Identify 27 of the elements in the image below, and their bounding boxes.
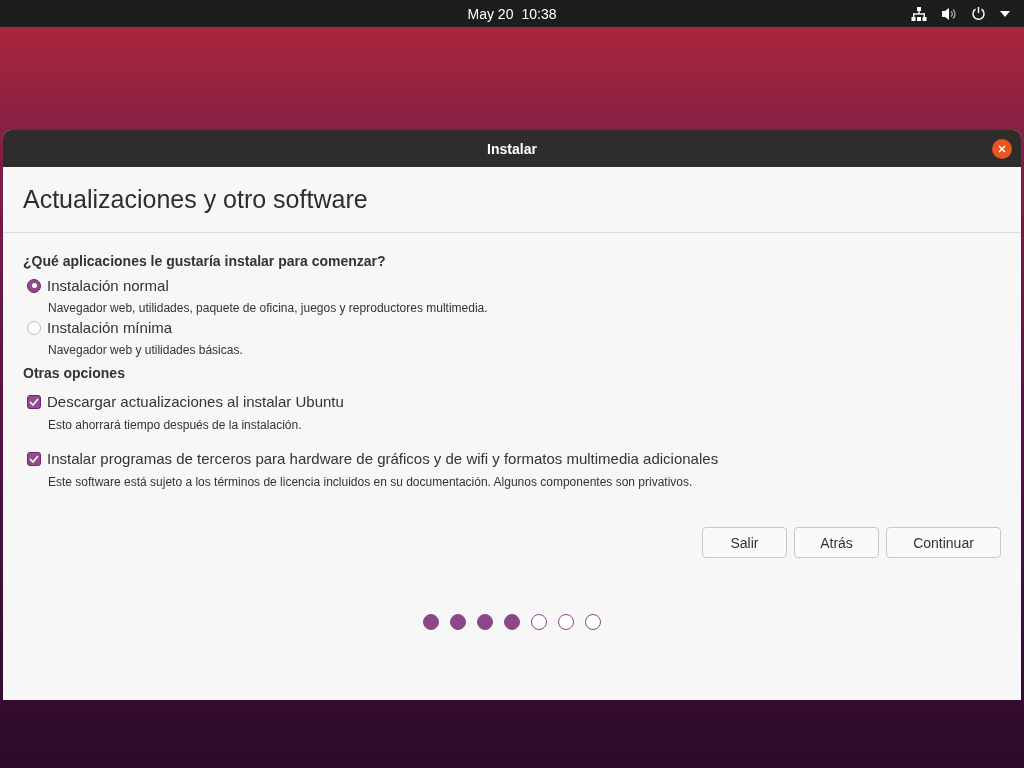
caret-icon[interactable] [1000,10,1010,17]
radio-button[interactable] [27,320,41,335]
checkbox[interactable] [27,394,41,409]
dialog-button[interactable]: Continuar [886,527,1001,558]
option-description: Navegador web y utilidades básicas. [48,343,244,357]
date[interactable]: May 20 [467,5,514,22]
dialog-button[interactable]: Atrás [794,527,879,558]
checkbox-label[interactable]: Descargar actualizaciones al instalar Ubuntu [47,393,344,410]
close-button[interactable] [992,139,1012,159]
power-icon[interactable] [971,6,986,21]
volume-icon[interactable] [941,6,957,21]
close-icon [998,145,1006,153]
window-title: Instalar [487,140,537,157]
radio-button[interactable] [27,278,41,293]
option-description: Este software está sujeto a los términos de licencia incluidos en su documentación. Algunos componentes son privativos. [48,475,694,489]
option-description: Esto ahorrará tiempo después de la instalación. [48,418,303,432]
option-description: Navegador web, utilidades, paquete de oficina, juegos y reproductores multimedia. [48,301,489,315]
clock[interactable]: 10:38 [521,5,557,22]
section-heading: Otras opciones [23,365,126,381]
radio-label[interactable]: Instalación normal [47,277,169,294]
page-title: Actualizaciones y otro software [23,185,369,214]
section-heading: ¿Qué aplicaciones le gustaría instalar para comenzar? [23,253,387,269]
radio-label[interactable]: Instalación mínima [47,319,173,336]
dialog-button[interactable]: Salir [702,527,787,558]
network-icon[interactable] [911,6,927,21]
checkbox-label[interactable]: Instalar programas de terceros para hardware de gráficos y de wifi y formatos multimedia adicionales [47,450,719,467]
checkbox[interactable] [27,451,41,466]
